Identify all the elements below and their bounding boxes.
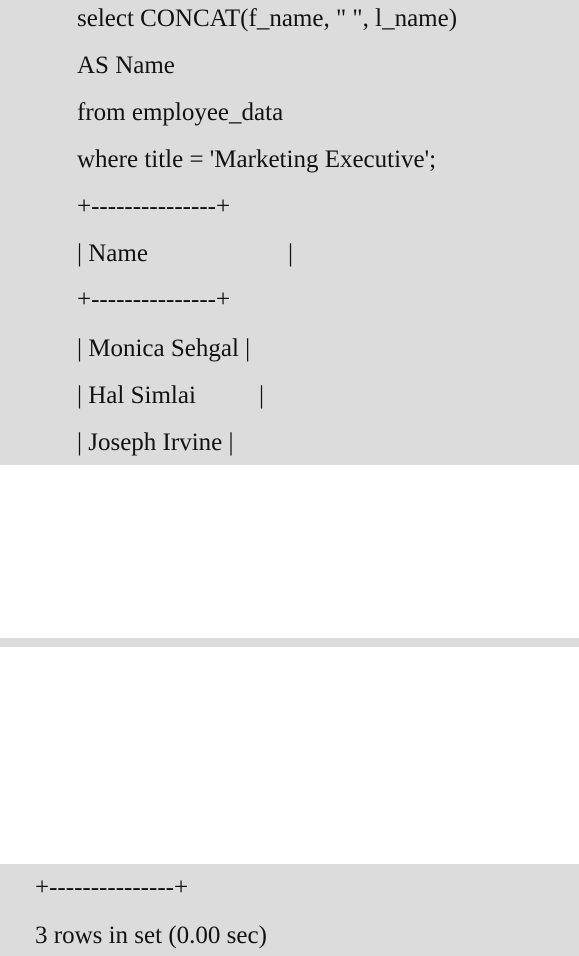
result-header: | Name: [77, 240, 148, 267]
code-block-top: select CONCAT(f_name, " ", l_name) AS Na…: [0, 0, 579, 465]
result-row: | Joseph Irvine |: [77, 429, 234, 456]
result-header-border: +---------------+: [77, 286, 231, 313]
result-top-border: +---------------+: [77, 193, 231, 220]
query-line-select: select CONCAT(f_name, " ", l_name): [77, 5, 458, 32]
query-line-as: AS Name: [77, 52, 175, 79]
code-block-bottom: +---------------+ 3 rows in set (0.00 se…: [0, 864, 579, 956]
result-row: | Monica Sehgal |: [77, 335, 251, 362]
result-row: | Hal Simlai: [77, 382, 196, 409]
divider-band: [0, 638, 579, 647]
result-summary: 3 rows in set (0.00 sec): [35, 922, 267, 949]
result-header-pipe: |: [288, 240, 294, 267]
result-bottom-border: +---------------+: [35, 874, 189, 901]
result-row-pipe: |: [259, 382, 265, 409]
query-line-from: from employee_data: [77, 99, 284, 126]
query-line-where: where title = 'Marketing Executive';: [77, 146, 437, 173]
